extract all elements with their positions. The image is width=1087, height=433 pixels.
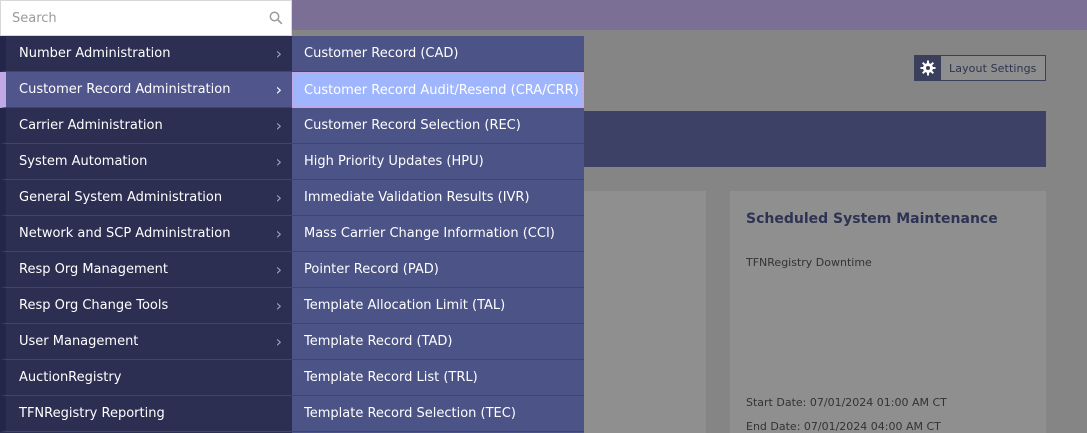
submenu-item-high-priority-updates[interactable]: High Priority Updates (HPU): [292, 144, 584, 180]
maintenance-start-date: Start Date: 07/01/2024 01:00 AM CT: [746, 396, 947, 409]
chevron-right-icon: ›: [275, 332, 282, 351]
chevron-right-icon: ›: [275, 116, 282, 135]
menu-item-label: Resp Org Change Tools: [19, 298, 169, 313]
search-input[interactable]: [1, 1, 261, 35]
main-menu: Number Administration › Customer Record A…: [0, 36, 292, 433]
menu-item-label: System Automation: [19, 154, 148, 169]
maintenance-card-subtitle: TFNRegistry Downtime: [746, 256, 872, 269]
chevron-right-icon: ›: [275, 188, 282, 207]
submenu-item-template-allocation-limit[interactable]: Template Allocation Limit (TAL): [292, 288, 584, 324]
menu-item-carrier-administration[interactable]: Carrier Administration ›: [0, 108, 292, 144]
submenu-item-template-record[interactable]: Template Record (TAD): [292, 324, 584, 360]
submenu-customer-record-administration: Customer Record (CAD) Customer Record Au…: [292, 36, 584, 433]
submenu-item-customer-record-selection[interactable]: Customer Record Selection (REC): [292, 108, 584, 144]
search-box: [0, 0, 292, 36]
menu-item-system-automation[interactable]: System Automation ›: [0, 144, 292, 180]
chevron-right-icon: ›: [275, 296, 282, 315]
layout-settings-button[interactable]: Layout Settings: [914, 55, 1046, 81]
chevron-right-icon: ›: [275, 224, 282, 243]
menu-item-label: Carrier Administration: [19, 118, 163, 133]
menu-item-auctionregistry[interactable]: AuctionRegistry: [0, 360, 292, 396]
maintenance-end-date: End Date: 07/01/2024 04:00 AM CT: [746, 420, 941, 433]
search-icon[interactable]: [261, 11, 291, 25]
chevron-right-icon: ›: [275, 152, 282, 171]
menu-item-label: Resp Org Management: [19, 262, 168, 277]
menu-item-network-and-scp-administration[interactable]: Network and SCP Administration ›: [0, 216, 292, 252]
menu-item-tfnregistry-reporting[interactable]: TFNRegistry Reporting: [0, 396, 292, 432]
menu-item-label: General System Administration: [19, 190, 223, 205]
submenu-item-mass-carrier-change-information[interactable]: Mass Carrier Change Information (CCI): [292, 216, 584, 252]
menu-item-resp-org-management[interactable]: Resp Org Management ›: [0, 252, 292, 288]
menu-item-label: Number Administration: [19, 46, 171, 61]
menu-item-number-administration[interactable]: Number Administration ›: [0, 36, 292, 72]
menu-item-label: AuctionRegistry: [19, 370, 122, 385]
submenu-item-customer-record-cad[interactable]: Customer Record (CAD): [292, 36, 584, 72]
layout-settings-label: Layout Settings: [949, 61, 1037, 75]
menu-item-general-system-administration[interactable]: General System Administration ›: [0, 180, 292, 216]
dashboard-card: [584, 191, 706, 433]
submenu-item-customer-record-audit-resend[interactable]: Customer Record Audit/Resend (CRA/CRR): [292, 72, 584, 108]
chevron-right-icon: ›: [275, 44, 282, 63]
maintenance-card-title: Scheduled System Maintenance: [746, 211, 998, 227]
chevron-right-icon: ›: [275, 260, 282, 279]
submenu-item-immediate-validation-results[interactable]: Immediate Validation Results (IVR): [292, 180, 584, 216]
menu-item-customer-record-administration[interactable]: Customer Record Administration ›: [0, 72, 292, 108]
submenu-item-template-record-selection[interactable]: Template Record Selection (TEC): [292, 396, 584, 432]
gear-icon: [915, 56, 941, 80]
menu-item-label: Network and SCP Administration: [19, 226, 231, 241]
chevron-right-icon: ›: [275, 80, 282, 99]
submenu-item-template-record-list[interactable]: Template Record List (TRL): [292, 360, 584, 396]
submenu-item-pointer-record[interactable]: Pointer Record (PAD): [292, 252, 584, 288]
menu-item-resp-org-change-tools[interactable]: Resp Org Change Tools ›: [0, 288, 292, 324]
menu-item-label: TFNRegistry Reporting: [19, 406, 165, 421]
menu-item-user-management[interactable]: User Management ›: [0, 324, 292, 360]
maintenance-card: Scheduled System Maintenance TFNRegistry…: [730, 191, 1046, 433]
menu-item-label: Customer Record Administration: [19, 82, 231, 97]
dashboard-banner: [584, 111, 1046, 167]
menu-item-label: User Management: [19, 334, 139, 349]
